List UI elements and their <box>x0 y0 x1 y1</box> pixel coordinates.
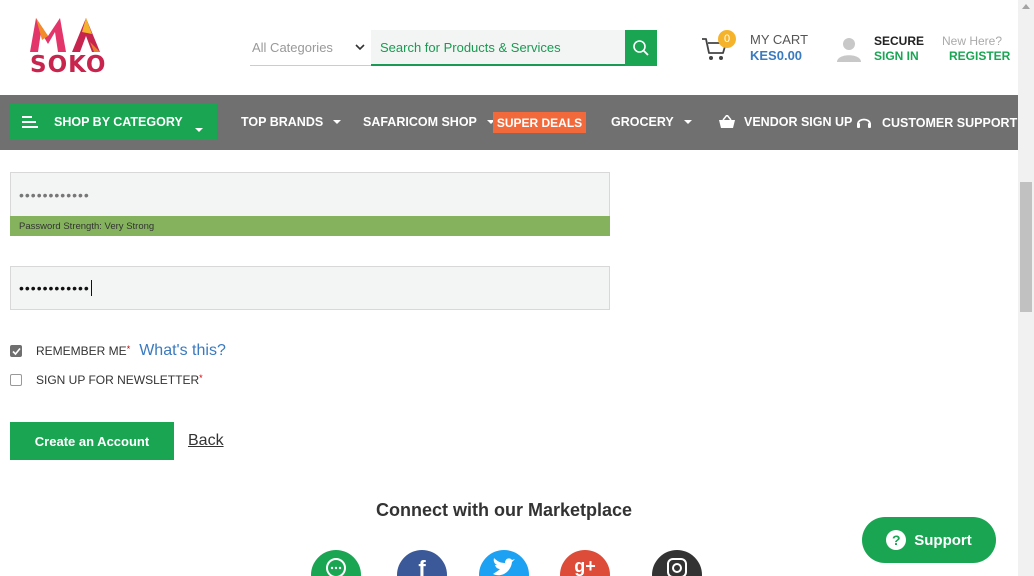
confirm-password-value: •••••••••••• <box>19 280 90 296</box>
shop-by-category-button[interactable]: SHOP BY CATEGORY <box>10 104 217 140</box>
cart-label: MY CART <box>750 32 809 47</box>
newsletter-checkbox[interactable] <box>10 374 22 386</box>
menu-icon <box>22 116 38 128</box>
cart-widget[interactable]: 0 MY CART KES0.00 <box>700 30 810 70</box>
secure-label: SECURE <box>874 34 925 48</box>
connect-title: Connect with our Marketplace <box>376 500 633 520</box>
newsletter-label: SIGN UP FOR NEWSLETTER* <box>36 373 203 387</box>
chevron-down-icon <box>333 120 342 124</box>
site-header: SOKO All Categories Search for Products … <box>0 0 1018 95</box>
headset-icon <box>857 118 871 128</box>
chevron-down-icon <box>355 44 365 51</box>
nav-grocery-label: GROCERY <box>611 115 674 129</box>
basket-icon <box>719 115 735 128</box>
nav-safaricom-shop-label: SAFARICOM SHOP <box>363 115 477 129</box>
remember-me-checkbox[interactable] <box>10 345 22 357</box>
category-select-value: All Categories <box>252 40 333 55</box>
chevron-down-icon <box>195 119 203 137</box>
search-bar: All Categories Search for Products & Ser… <box>250 30 657 66</box>
twitter-icon[interactable] <box>479 550 529 576</box>
sign-in-link[interactable]: SIGN IN <box>874 49 919 63</box>
password-value: •••••••••••• <box>19 186 90 203</box>
confirm-password-field[interactable]: •••••••••••• <box>10 266 610 310</box>
nav-customer-support[interactable]: CUSTOMER SUPPORT <box>856 115 1017 131</box>
whatsapp-glyph <box>326 558 346 576</box>
cart-amount: KES0.00 <box>750 48 803 63</box>
cart-count-badge: 0 <box>718 30 736 48</box>
google-plus-icon[interactable]: g+ <box>560 550 610 576</box>
support-button[interactable]: ? Support <box>862 517 996 563</box>
checkmark-icon <box>11 347 21 355</box>
user-icon <box>837 38 861 62</box>
shop-by-category-label: SHOP BY CATEGORY <box>54 115 183 129</box>
masoko-logo[interactable]: SOKO <box>28 14 112 80</box>
google-plus-glyph: g+ <box>574 556 596 576</box>
nav-top-brands-label: TOP BRANDS <box>241 115 324 129</box>
register-prompt: New Here? <box>942 34 1003 48</box>
newsletter-row: SIGN UP FOR NEWSLETTER* <box>10 373 203 387</box>
whats-this-link[interactable]: What's this? <box>139 342 226 360</box>
instagram-icon[interactable] <box>652 550 702 576</box>
scrollbar-thumb[interactable] <box>1020 182 1032 312</box>
whatsapp-icon[interactable] <box>311 550 361 576</box>
help-icon: ? <box>886 530 907 550</box>
search-icon <box>633 40 649 56</box>
nav-customer-support-label: CUSTOMER SUPPORT <box>882 116 1018 130</box>
category-select[interactable]: All Categories <box>250 30 371 66</box>
instagram-glyph <box>667 558 687 576</box>
facebook-icon[interactable]: f <box>397 550 447 576</box>
text-cursor <box>90 280 92 296</box>
remember-me-row: REMEMBER ME* What's this? <box>10 342 226 360</box>
twitter-glyph <box>493 558 515 576</box>
register-widget: New Here? REGISTER <box>942 34 1012 68</box>
password-strength-text: Password Strength: Very Strong <box>19 220 155 232</box>
scroll-up-arrow-icon[interactable] <box>1022 4 1030 9</box>
back-link[interactable]: Back <box>188 432 224 450</box>
search-input[interactable]: Search for Products & Services <box>371 30 625 66</box>
password-strength-meter: Password Strength: Very Strong <box>10 216 610 236</box>
nav-top-brands[interactable]: TOP BRANDS <box>241 115 342 129</box>
chevron-down-icon <box>683 120 692 124</box>
logo-soko-text: SOKO <box>30 52 107 78</box>
nav-grocery[interactable]: GROCERY <box>611 115 692 129</box>
remember-me-label: REMEMBER ME* <box>36 344 131 358</box>
nav-vendor-signup[interactable]: VENDOR SIGN UP <box>718 115 852 129</box>
nav-safaricom-shop[interactable]: SAFARICOM SHOP <box>363 115 495 129</box>
nav-vendor-signup-label: VENDOR SIGN UP <box>744 115 853 129</box>
sign-in-widget[interactable]: SECURE SIGN IN <box>836 34 926 68</box>
logo-ma-graphic <box>30 18 100 52</box>
search-button[interactable] <box>625 30 657 66</box>
register-link[interactable]: REGISTER <box>949 49 1010 63</box>
search-placeholder: Search for Products & Services <box>380 39 561 55</box>
facebook-glyph: f <box>418 556 426 576</box>
support-label: Support <box>914 531 972 549</box>
create-account-button[interactable]: Create an Account <box>10 422 174 460</box>
page-scrollbar[interactable] <box>1018 0 1034 576</box>
password-field[interactable]: •••••••••••• <box>10 172 610 216</box>
nav-super-deals[interactable]: SUPER DEALS <box>493 112 586 133</box>
